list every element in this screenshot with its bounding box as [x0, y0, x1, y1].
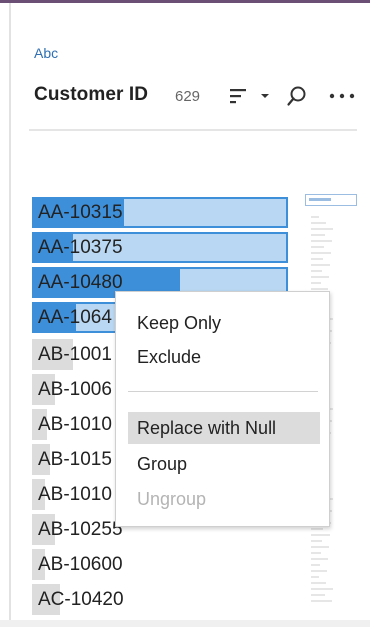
menu-item-exclude[interactable]: Exclude [128, 341, 320, 373]
value-label: AB-10255 [38, 519, 123, 540]
overview-tick [311, 540, 322, 542]
overview-tick [311, 546, 329, 548]
value-row[interactable]: AB-10600 [32, 549, 288, 580]
overview-tick [311, 234, 325, 236]
overview-tick [311, 576, 319, 578]
field-value-count: 629 [175, 88, 201, 105]
data-type-label[interactable]: Abc [34, 45, 58, 61]
value-label: AB-1006 [38, 379, 112, 400]
overview-tick [311, 582, 326, 584]
value-label: AA-10315 [38, 202, 123, 223]
overview-tick [311, 216, 319, 218]
value-label: AC-10420 [38, 589, 124, 610]
menu-item-ungroup: Ungroup [137, 489, 207, 509]
value-label: AA-10375 [38, 237, 123, 258]
overview-tick [311, 222, 326, 224]
more-icon[interactable] [326, 84, 358, 108]
overview-tick [311, 588, 333, 590]
menu-item-group[interactable]: Group [128, 448, 320, 480]
bottom-border [0, 620, 370, 627]
overview-tick [311, 240, 332, 242]
sort-icon[interactable] [228, 84, 250, 108]
overview-tick [311, 594, 325, 596]
header-divider [29, 129, 357, 131]
overview-tick [311, 282, 321, 284]
overview-tick [311, 228, 333, 230]
overview-tick [311, 564, 320, 566]
chevron-down-icon[interactable] [258, 84, 272, 108]
menu-item-replace-with-null[interactable]: Replace with Null [128, 412, 320, 444]
value-row[interactable]: AA-10315 [32, 197, 288, 228]
value-label: AB-1001 [38, 344, 112, 365]
overview-tick [311, 252, 331, 254]
overview-tick [311, 276, 329, 278]
menu-divider [128, 391, 318, 392]
value-label: AB-1015 [38, 449, 112, 470]
menu-item-keep-only[interactable]: Keep Only [128, 307, 320, 339]
overview-tick [311, 258, 323, 260]
value-row[interactable]: AA-10375 [32, 232, 288, 263]
top-border [0, 0, 370, 3]
value-label: AB-1010 [38, 414, 112, 435]
overview-tick [311, 270, 322, 272]
context-menu: Keep Only Exclude Replace with Null Grou… [115, 291, 330, 527]
overview-tick [311, 528, 323, 530]
value-label: AB-10600 [38, 554, 123, 575]
search-icon[interactable] [284, 84, 310, 108]
left-border [9, 3, 11, 627]
overview-tick [311, 600, 332, 602]
overview-tick [311, 552, 321, 554]
overview-tick [311, 558, 328, 560]
overview-tick [311, 570, 327, 572]
value-label: AA-10480 [38, 272, 123, 293]
value-row[interactable]: AC-10420 [32, 584, 288, 615]
overview-tick [311, 534, 330, 536]
overview-tick [311, 288, 328, 290]
overview-tick [311, 264, 330, 266]
scroll-viewport-indicator[interactable] [305, 194, 357, 206]
value-label: AA-1064 [38, 307, 112, 328]
field-name[interactable]: Customer ID [34, 84, 148, 106]
value-label: AB-1010 [38, 484, 112, 505]
overview-tick [311, 246, 324, 248]
